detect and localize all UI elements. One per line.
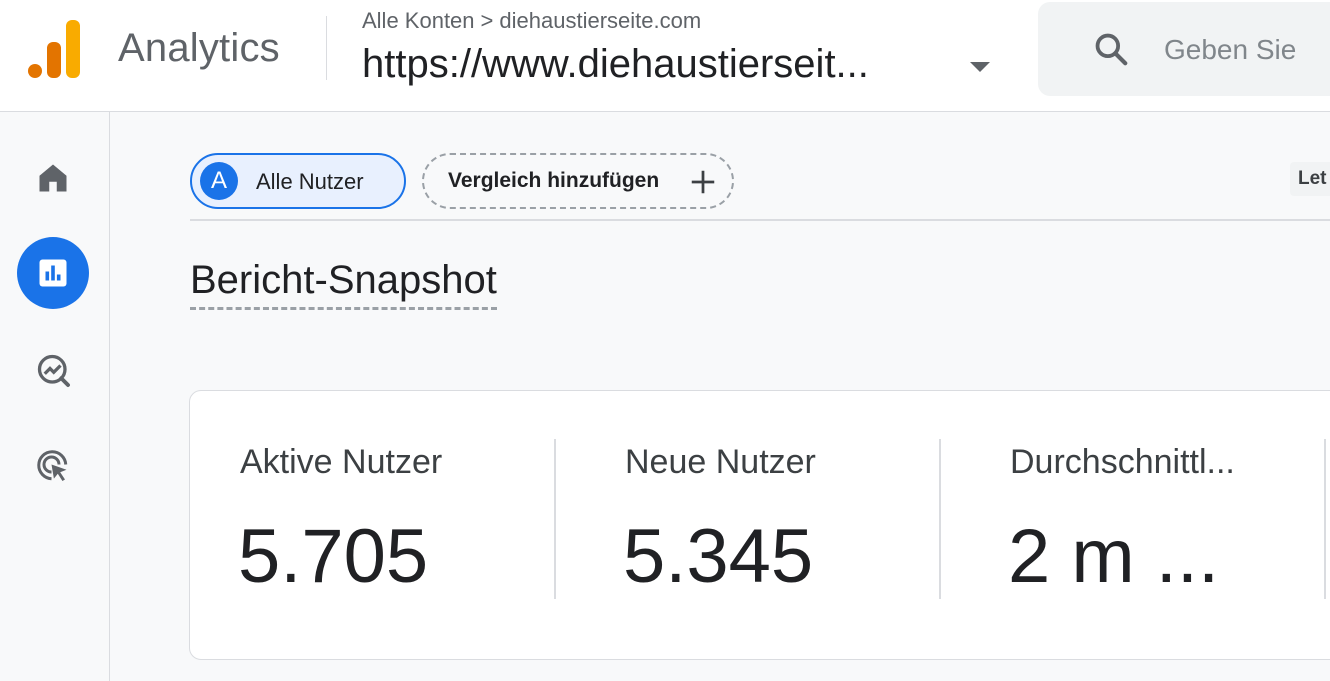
date-range-chip[interactable]: Let [1290,162,1330,196]
plus-icon [691,170,715,194]
toolbar-divider [190,219,1330,221]
add-comparison-button[interactable]: Vergleich hinzufügen [422,153,734,209]
left-nav [0,112,110,681]
metric-value: 2 m ... [1008,514,1220,599]
header-divider [326,16,327,80]
app-name[interactable]: Analytics [118,26,280,71]
bar-chart-icon [39,259,67,287]
segment-label: Alle Nutzer [256,169,364,194]
top-app-bar: Analytics Alle Konten > diehaustierseite.c… [0,0,1330,112]
metric-label: Durchschnittl... [1010,443,1235,481]
search-bar[interactable] [1038,2,1330,96]
page-title[interactable]: Bericht-Snapshot [190,258,497,310]
segment-avatar: A [200,162,238,200]
nav-item-explore[interactable] [17,334,89,406]
metric-divider [1324,439,1326,599]
analytics-logo-icon[interactable] [28,20,82,78]
metric-label: Aktive Nutzer [240,443,443,481]
metric-divider [939,439,941,599]
search-input[interactable] [1164,30,1330,70]
breadcrumb-account: Alle Konten [362,8,475,33]
nav-item-home[interactable] [17,142,89,214]
metrics-card: Aktive Nutzer 5.705 Neue Nutzer 5.345 Du… [189,390,1330,660]
explore-trend-icon [37,354,70,387]
metric-value: 5.345 [623,514,814,599]
add-comparison-label: Vergleich hinzufügen [448,169,660,192]
metric-divider [554,439,556,599]
property-picker[interactable]: Alle Konten > diehaustierseite.com https:/… [362,6,1002,96]
logo-bar-tall [66,20,80,78]
main-content: A Alle Nutzer Vergleich hinzufügen Let B… [110,112,1330,681]
breadcrumb-site: diehaustierseite.com [499,8,702,33]
caret-down-icon[interactable] [970,62,990,72]
search-icon[interactable] [1092,30,1130,68]
nav-item-advertising[interactable] [17,430,89,502]
target-cursor-icon [37,450,68,481]
logo-dot [28,64,42,78]
home-icon [39,164,67,192]
date-range-label: Let [1298,168,1327,189]
metric-label: Neue Nutzer [625,443,816,481]
nav-item-reports[interactable] [17,237,89,309]
metric-value: 5.705 [238,514,429,599]
breadcrumb-chevron-icon: > [480,8,494,33]
metric-new-users[interactable]: Neue Nutzer 5.345 [575,391,960,661]
metric-active-users[interactable]: Aktive Nutzer 5.705 [190,391,575,661]
segment-chip-all-users[interactable]: A Alle Nutzer [190,153,406,209]
metric-avg-engagement[interactable]: Durchschnittl... 2 m ... [960,391,1330,661]
property-name: https://www.diehaustierseit... [362,42,869,86]
breadcrumb: Alle Konten > diehaustierseite.com [362,8,701,34]
logo-bar-mid [47,42,61,78]
